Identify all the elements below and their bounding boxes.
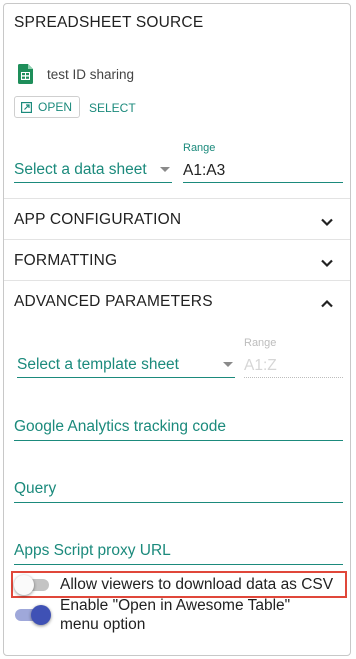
divider — [4, 280, 350, 281]
chevron-down-icon — [321, 259, 333, 268]
range-input[interactable]: A1:A3 — [183, 157, 343, 183]
open-in-awesome-table-label: Enable "Open in Awesome Table" menu opti… — [60, 597, 291, 633]
dropdown-caret-icon — [223, 362, 233, 367]
data-sheet-select-value: Select a data sheet — [14, 160, 147, 178]
divider — [4, 239, 350, 240]
divider — [4, 198, 350, 199]
formatting-title: FORMATTING — [14, 252, 118, 269]
toggle-thumb — [31, 605, 51, 625]
download-csv-toggle[interactable] — [14, 574, 51, 596]
app-configuration-title: APP CONFIGURATION — [14, 211, 182, 228]
chevron-up-icon — [321, 299, 333, 308]
query-field[interactable]: Query — [14, 480, 343, 503]
spreadsheet-source-title: SPREADSHEET SOURCE — [14, 14, 204, 31]
template-sheet-select[interactable]: Select a template sheet — [17, 352, 235, 378]
open-in-awesome-table-toggle[interactable] — [15, 604, 51, 626]
open-button[interactable]: OPEN — [14, 96, 81, 118]
proxy-url-field[interactable]: Apps Script proxy URL — [14, 542, 343, 565]
open-button-label: OPEN — [38, 100, 73, 114]
range-label: Range — [183, 142, 216, 154]
google-analytics-field[interactable]: Google Analytics tracking code — [14, 418, 343, 441]
chevron-down-icon — [321, 218, 333, 227]
template-sheet-select-value: Select a template sheet — [17, 355, 179, 373]
google-sheets-icon — [18, 64, 33, 84]
select-button[interactable]: SELECT — [89, 101, 136, 115]
advanced-parameters-title: ADVANCED PARAMETERS — [14, 293, 213, 310]
data-sheet-select[interactable]: Select a data sheet — [14, 157, 172, 183]
open-external-icon — [21, 101, 32, 113]
template-range-label: Range — [244, 337, 277, 349]
spreadsheet-file-name: test ID sharing — [47, 67, 135, 82]
download-csv-label: Allow viewers to download data as CSV — [60, 576, 334, 593]
template-range-input: A1:Z — [244, 352, 343, 378]
dropdown-caret-icon — [160, 167, 170, 172]
toggle-thumb — [14, 575, 34, 595]
sidebar-panel: SPREADSHEET SOURCE test ID sharing OPEN … — [3, 3, 351, 656]
